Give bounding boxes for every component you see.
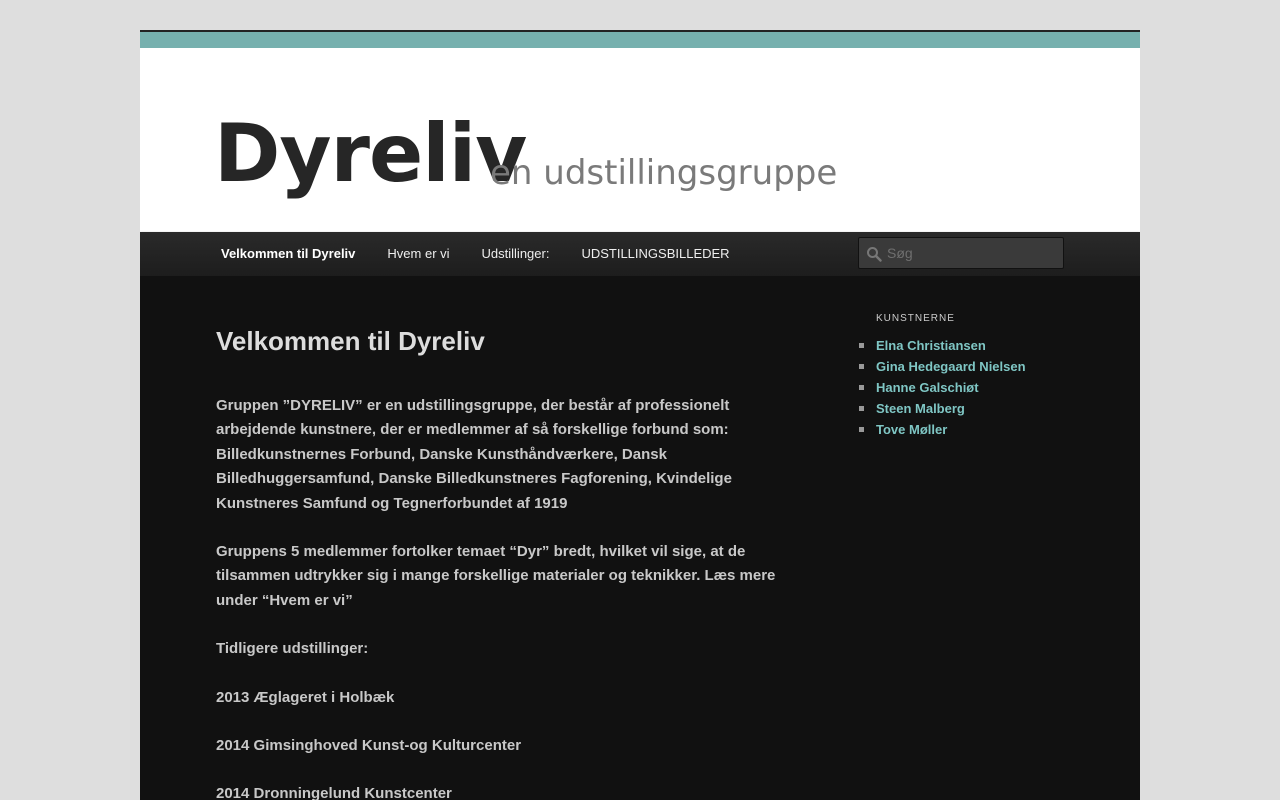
main-area: Velkommen til Dyreliv Gruppen ”DYRELIV” …: [140, 276, 1140, 800]
nav-item-udstillinger[interactable]: Udstillinger:: [466, 232, 566, 276]
intro-paragraph: Gruppen ”DYRELIV” er en udstillingsgrupp…: [216, 397, 732, 512]
search-icon: [867, 247, 882, 262]
artist-link[interactable]: Elna Christiansen: [859, 335, 1096, 356]
site-header: Dyreliv en udstillingsgruppe: [140, 48, 1140, 232]
nav-item-udstillingsbilleder[interactable]: UDSTILLINGSBILLEDER: [565, 232, 745, 276]
previous-exhibitions-heading: Tidligere udstillinger:: [216, 640, 369, 658]
page-title: Velkommen til Dyreliv: [216, 326, 485, 356]
exhibition-item: 2013 Æglageret i Holbæk: [216, 688, 395, 706]
bullet-icon: [859, 427, 864, 432]
main-navigation: Velkommen til Dyreliv Hvem er vi Udstill…: [140, 232, 1140, 276]
artist-link-label: Steen Malberg: [876, 401, 965, 416]
page-container: Dyreliv en udstillingsgruppe Velkommen t…: [140, 30, 1140, 800]
artist-link-label: Elna Christiansen: [876, 338, 986, 353]
artist-link-label: Tove Møller: [876, 422, 948, 437]
members-paragraph: Gruppens 5 medlemmer fortolker temaet “D…: [216, 543, 776, 609]
entry-content: Gruppen ”DYRELIV” er en udstillingsgrupp…: [216, 394, 780, 800]
nav-item-velkommen[interactable]: Velkommen til Dyreliv: [205, 232, 371, 276]
header-accent-bar: [140, 32, 1140, 48]
widget-title: KUNSTNERNE: [876, 313, 955, 324]
nav-item-hvem-er-vi[interactable]: Hvem er vi: [371, 232, 465, 276]
exhibition-item: 2014 Dronningelund Kunstcenter: [216, 785, 452, 800]
bullet-icon: [859, 364, 864, 369]
search-input[interactable]: [887, 238, 1057, 268]
artist-link[interactable]: Gina Hedegaard Nielsen: [859, 356, 1096, 377]
artist-link-label: Hanne Galschiøt: [876, 380, 979, 395]
bullet-icon: [859, 406, 864, 411]
artist-link[interactable]: Steen Malberg: [859, 398, 1096, 419]
artist-link-label: Gina Hedegaard Nielsen: [876, 359, 1026, 374]
bullet-icon: [859, 385, 864, 390]
site-title[interactable]: Dyreliv: [214, 114, 527, 194]
search-box[interactable]: [858, 237, 1064, 269]
artist-link[interactable]: Hanne Galschiøt: [859, 377, 1096, 398]
nav-menu: Velkommen til Dyreliv Hvem er vi Udstill…: [205, 232, 746, 276]
artist-list: Elna Christiansen Gina Hedegaard Nielsen…: [859, 335, 1096, 440]
artist-link[interactable]: Tove Møller: [859, 419, 1096, 440]
site-tagline: en udstillingsgruppe: [490, 153, 838, 193]
sidebar: KUNSTNERNE Elna Christiansen Gina Hedega…: [859, 313, 1096, 440]
bullet-icon: [859, 343, 864, 348]
exhibition-item: 2014 Gimsinghoved Kunst-og Kulturcenter: [216, 737, 522, 755]
content-area: Velkommen til Dyreliv Gruppen ”DYRELIV” …: [216, 324, 780, 800]
